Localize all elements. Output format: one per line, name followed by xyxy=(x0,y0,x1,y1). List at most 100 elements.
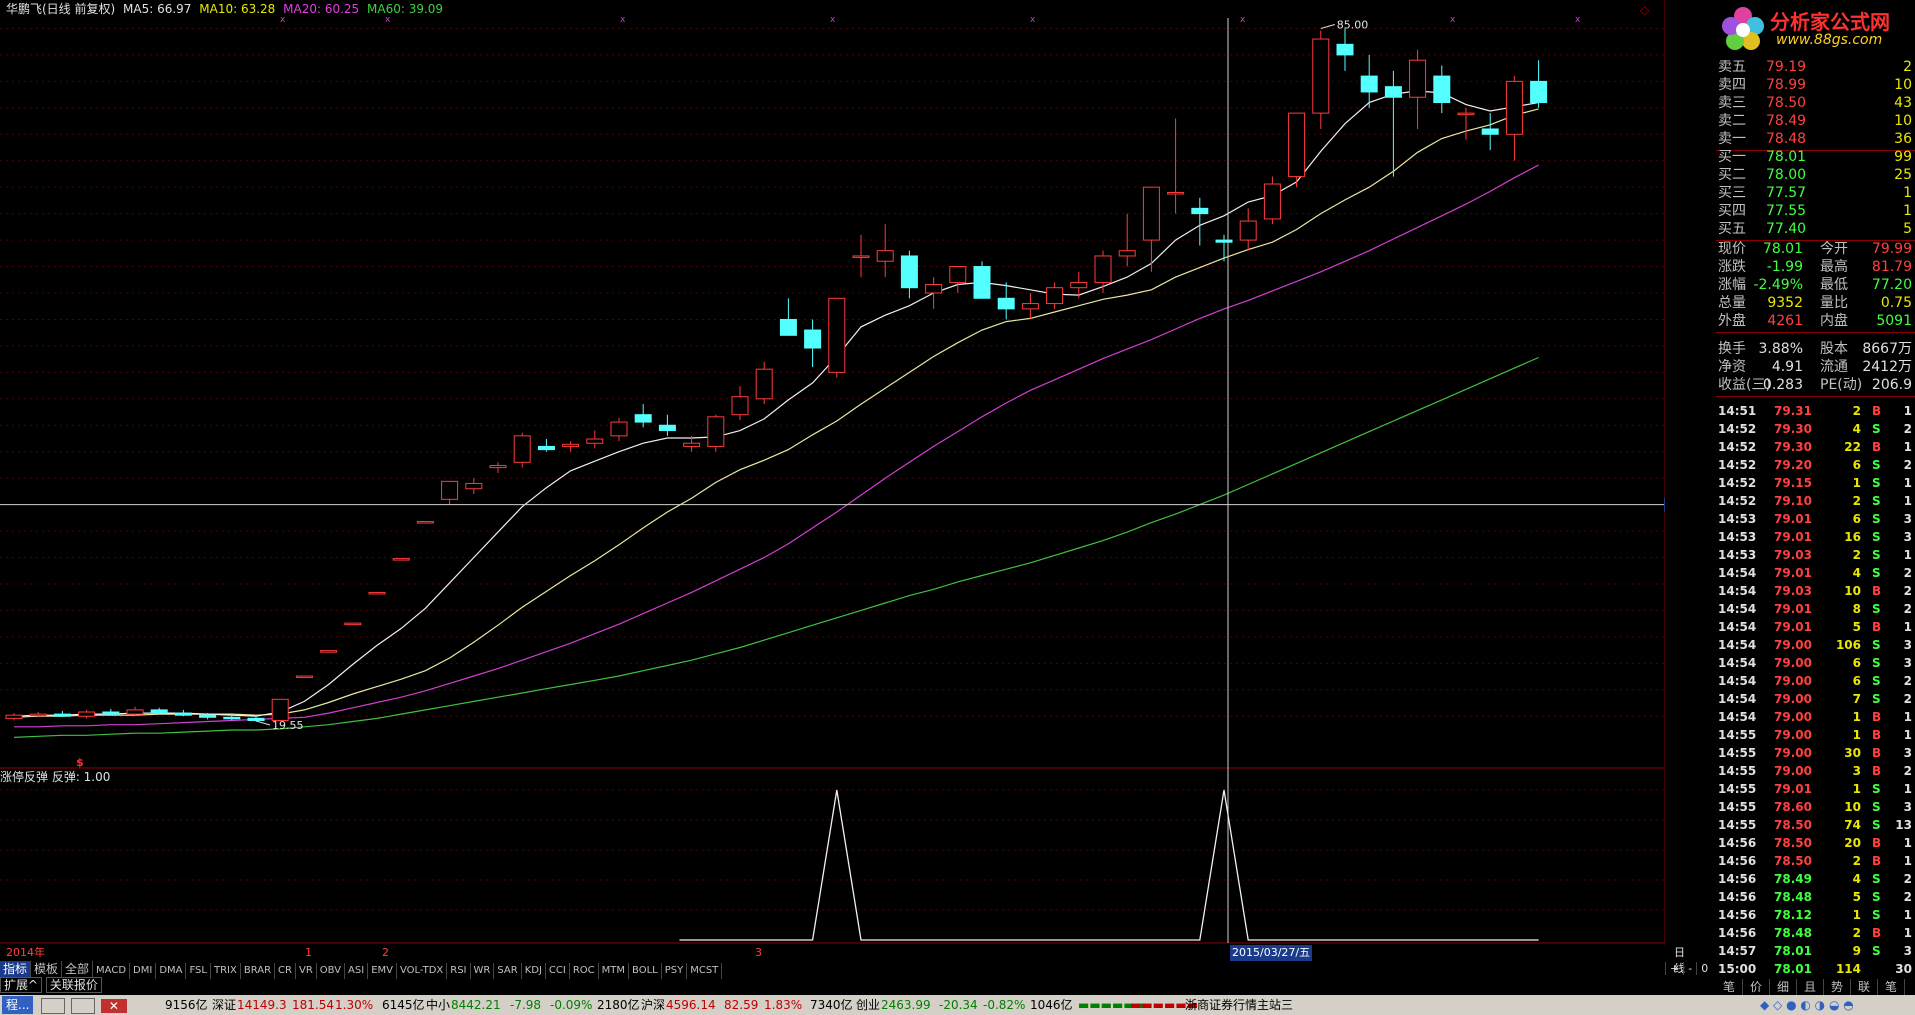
close-icon[interactable]: ✕ xyxy=(100,998,127,1013)
panel-tab[interactable]: 笔 xyxy=(1716,979,1743,995)
tick-time: 14:57 xyxy=(1718,944,1757,958)
indicator-tab-wr[interactable]: WR xyxy=(471,963,495,979)
cy-pct: -0.82% xyxy=(983,998,1026,1012)
hs-amount: 2180亿 xyxy=(597,998,640,1012)
indicator-tab-emv[interactable]: EMV xyxy=(368,963,397,979)
tick-count: 1 xyxy=(1903,494,1912,508)
indicator-tab-kdj[interactable]: KDJ xyxy=(522,963,546,979)
candle-up xyxy=(1409,59,1427,98)
tick-count: 2 xyxy=(1903,674,1912,688)
stat-label: 量比 xyxy=(1820,295,1848,311)
candle-up xyxy=(368,591,386,595)
candle-up xyxy=(489,464,507,469)
related-quote-tab[interactable]: 关联报价 xyxy=(45,977,102,993)
taskbar-app[interactable]: 程... ✕ xyxy=(2,995,152,1015)
indicator-tab-boll[interactable]: BOLL xyxy=(629,963,662,979)
tick-time: 14:53 xyxy=(1718,548,1757,562)
stat-label: 最低 xyxy=(1820,277,1848,293)
panel-tab[interactable]: 联 xyxy=(1851,979,1878,995)
tick-side: B xyxy=(1872,440,1882,454)
maximize-icon[interactable] xyxy=(71,997,96,1014)
candle-up xyxy=(562,443,580,447)
candle-down xyxy=(247,717,265,721)
zoom-in-button[interactable]: + xyxy=(1665,962,1684,975)
panel-tab[interactable]: 势 xyxy=(1824,979,1851,995)
kline-chart[interactable]: 85.0082.5080.0077.5075.0072.5070.0067.50… xyxy=(0,0,1665,945)
tick-time: 14:54 xyxy=(1718,566,1757,580)
candle-up xyxy=(1312,38,1330,114)
tick-row: 14:56 78.50 20 B 1 xyxy=(1716,834,1915,852)
stat-value: 81.79 xyxy=(1871,259,1912,275)
indicator-tab-cci[interactable]: CCI xyxy=(546,963,570,979)
sz-change: 181.54 xyxy=(292,998,334,1012)
time-axis: 2014年 1 2 3 2015/03/27/五 日线 xyxy=(0,945,1685,975)
tick-volume: 6 xyxy=(1852,458,1861,472)
tick-price: 79.00 xyxy=(1774,746,1812,760)
indicator-tab-asi[interactable]: ASI xyxy=(345,963,369,979)
expand-tab[interactable]: 扩展^ xyxy=(0,977,43,993)
tick-count: 2 xyxy=(1903,890,1912,904)
stat-value: 3.88% xyxy=(1758,341,1803,357)
candle-down xyxy=(537,445,555,451)
restore-icon[interactable] xyxy=(41,997,66,1014)
sz-label: 深证 xyxy=(212,998,237,1012)
bid-volume: 5 xyxy=(1903,221,1912,237)
tick-time: 14:56 xyxy=(1718,872,1757,886)
tick-side: S xyxy=(1872,692,1881,706)
candle-up xyxy=(29,713,47,717)
indicator-tab-全部[interactable]: 全部 xyxy=(62,961,94,977)
tick-volume: 10 xyxy=(1844,584,1861,598)
tick-side: S xyxy=(1872,602,1881,616)
indicator-tab-obv[interactable]: OBV xyxy=(317,963,346,979)
stat-value: 0.283 xyxy=(1762,377,1803,393)
indicator-tab-psy[interactable]: PSY xyxy=(662,963,688,979)
low-arrow xyxy=(255,720,271,726)
top-marker-icon: x xyxy=(1240,15,1246,25)
indicator-tab-mtm[interactable]: MTM xyxy=(599,963,630,979)
tick-row: 14:53 79.01 16 S 3 xyxy=(1716,528,1915,546)
candle-up xyxy=(78,711,96,717)
panel-tab[interactable]: 且 xyxy=(1797,979,1824,995)
panel-tab[interactable]: 价 xyxy=(1743,979,1770,995)
tick-price: 78.48 xyxy=(1774,890,1812,904)
indicator-tab-指标[interactable]: 指标 xyxy=(0,961,32,977)
ask-label: 卖三 xyxy=(1718,95,1746,111)
candle-up xyxy=(126,709,144,715)
tick-side: B xyxy=(1872,836,1882,850)
indicator-tab-roc[interactable]: ROC xyxy=(570,963,599,979)
candle-up xyxy=(610,421,628,437)
zoom-reset-button[interactable]: 0 xyxy=(1696,962,1713,975)
tick-volume: 5 xyxy=(1852,890,1861,904)
candle-up xyxy=(416,521,434,524)
candle-up xyxy=(586,438,604,444)
indicator-tab-sar[interactable]: SAR xyxy=(494,963,522,979)
tick-count: 1 xyxy=(1903,728,1912,742)
panel-tab[interactable]: 笔 xyxy=(1878,979,1905,995)
zoom-out-button[interactable]: - xyxy=(1683,962,1697,975)
stat-label: PE(动) xyxy=(1820,377,1863,393)
kline-svg[interactable]: 85.0082.5080.0077.5075.0072.5070.0067.50… xyxy=(0,0,1665,945)
tick-row: 14:52 79.30 4 S 2 xyxy=(1716,420,1915,438)
cy-change: -20.34 xyxy=(939,998,978,1012)
app-button[interactable]: 程... xyxy=(2,996,34,1014)
indicator-tab-模板[interactable]: 模板 xyxy=(31,961,63,977)
stat-value: 206.9 xyxy=(1871,377,1912,393)
bid-row: 买五 77.40 5 xyxy=(1716,220,1915,238)
indicator-tab-vol-tdx[interactable]: VOL-TDX xyxy=(397,963,448,979)
stat-label: 现价 xyxy=(1718,241,1746,257)
tick-volume: 20 xyxy=(1844,836,1861,850)
indicator-tab-rsi[interactable]: RSI xyxy=(447,963,471,979)
tick-volume: 6 xyxy=(1852,656,1861,670)
tray-icons[interactable]: ◆ ◇ ● ◐ ◑ ◒ ◓ xyxy=(1760,995,1910,1015)
candle-up xyxy=(1457,112,1475,116)
ask-volume: 10 xyxy=(1894,77,1912,93)
panel-tab[interactable]: 细 xyxy=(1770,979,1797,995)
tick-row: 14:52 79.15 1 S 1 xyxy=(1716,474,1915,492)
stat-value: 77.20 xyxy=(1871,277,1912,293)
server-name[interactable]: 浙商证券行情主站三 xyxy=(1185,995,1293,1015)
tick-volume: 2 xyxy=(1852,854,1861,868)
tick-row: 14:55 79.00 1 B 1 xyxy=(1716,726,1915,744)
indicator-tab-mcst[interactable]: MCST xyxy=(687,963,723,979)
bid-label: 买四 xyxy=(1718,203,1746,219)
sz-amount: 9156亿 xyxy=(165,998,208,1012)
